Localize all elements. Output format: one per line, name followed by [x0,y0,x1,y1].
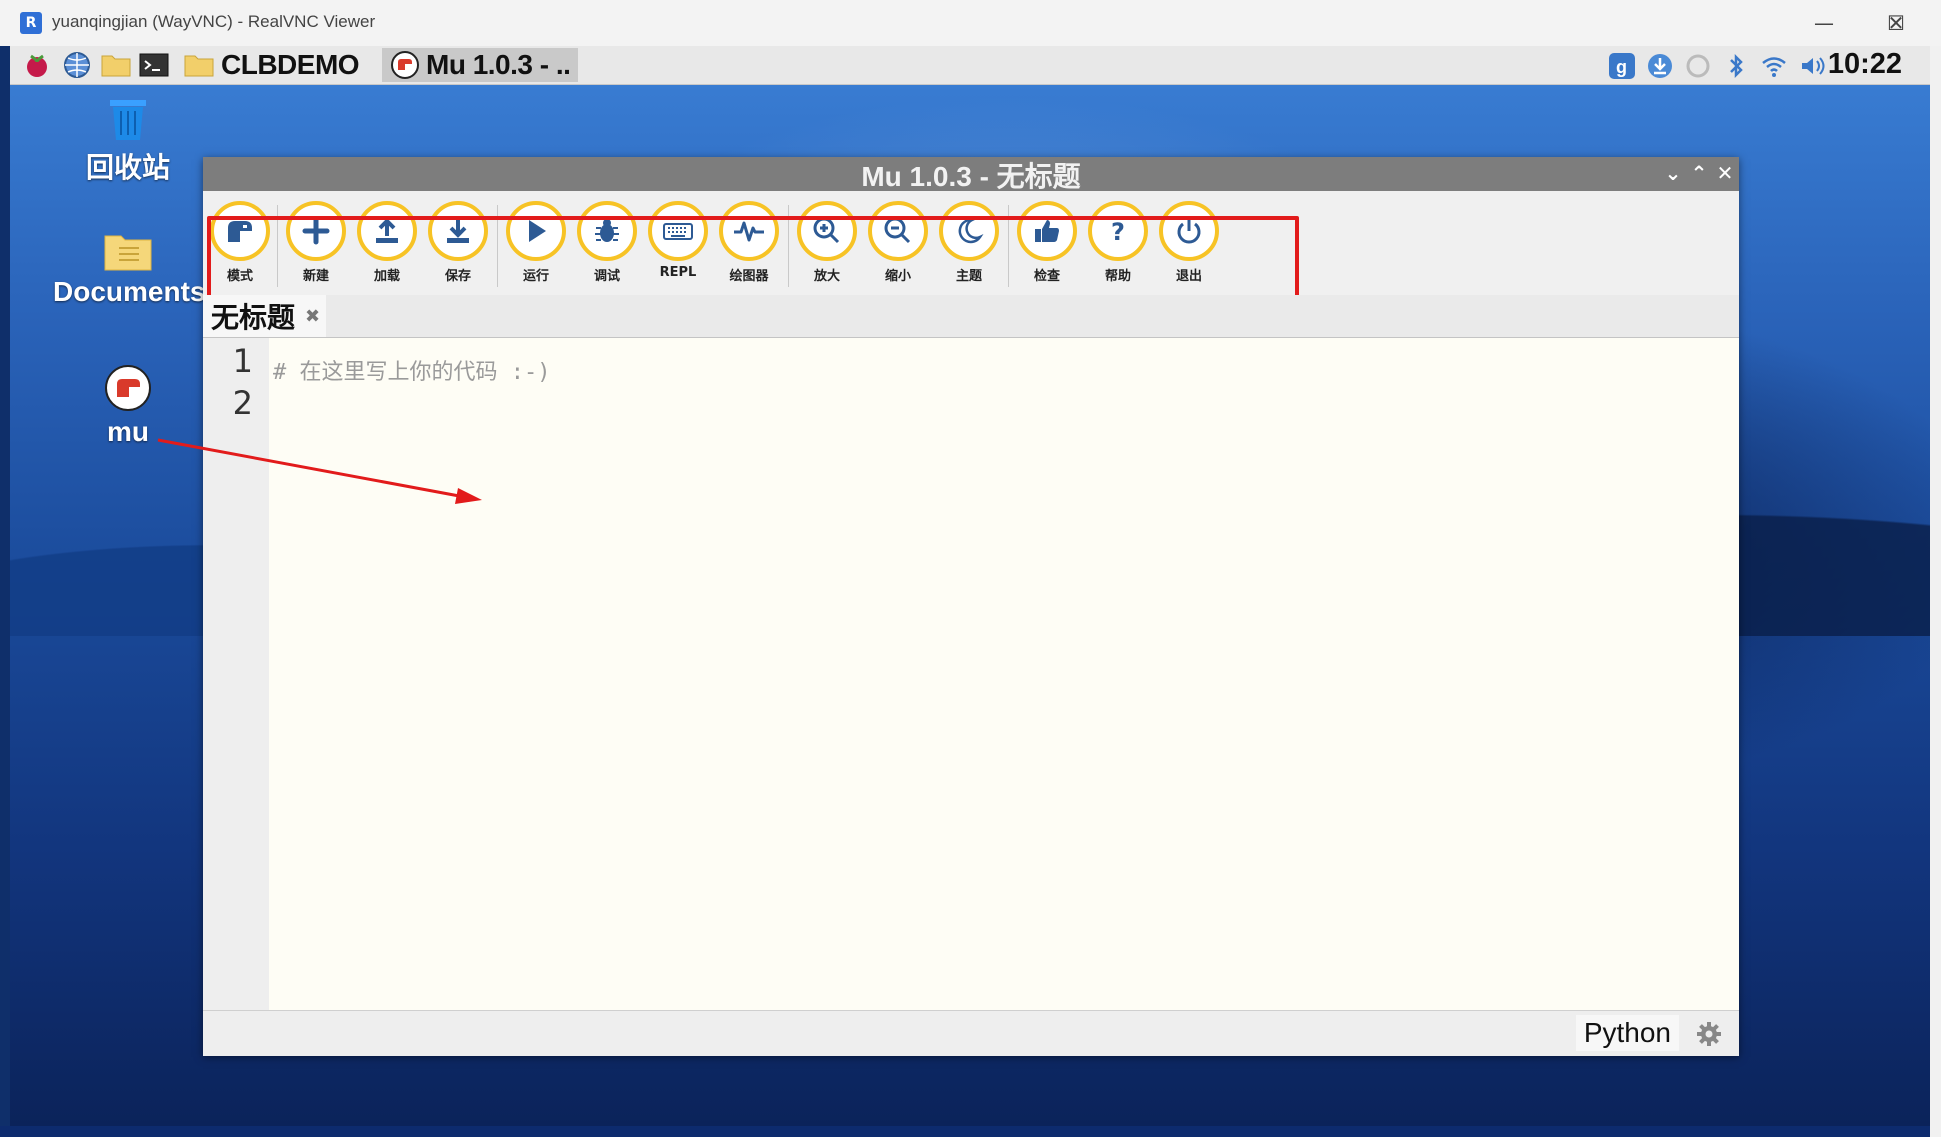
file-manager-launcher[interactable] [100,50,132,80]
host-left-edge [0,46,10,1126]
tab-label: 无标题 [211,302,296,333]
line-number-gutter: 1 2 [203,338,269,1010]
taskbar-folder-label: CLBDEMO [221,49,360,80]
maximize-button[interactable]: ☐ [1798,6,1905,40]
code-comment-line: # 在这里写上你的代码 :-) [273,360,551,385]
desktop-icon-label: mu [107,416,149,447]
gear-icon[interactable] [1695,1020,1723,1048]
folder-icon [104,235,152,271]
svg-text:g: g [1616,57,1627,77]
desktop-icon-trash[interactable]: 回收站 [53,98,203,186]
folder-icon [184,55,214,77]
updater-icon[interactable]: g [1608,52,1636,80]
browser-launcher[interactable] [62,50,92,80]
download-icon[interactable] [1646,52,1674,80]
mu-close-button[interactable]: ✕ [1713,161,1737,185]
mu-minimize-button[interactable]: ⌄ [1661,161,1685,185]
vnc-title-bar: R yuanqingjian (WayVNC) - RealVNC Viewer… [0,0,1941,47]
line-number: 1 [232,342,253,380]
bluetooth-icon[interactable] [1722,52,1750,80]
mu-title-bar[interactable]: Mu 1.0.3 - 无标题 ⌄ ⌃ ✕ [203,157,1739,192]
raspberry-icon [27,54,47,77]
folder-icon [101,55,131,77]
tab-bar: 无标题 ✖ [203,295,1739,338]
clock[interactable]: 10:22 [1828,48,1902,81]
code-editor[interactable]: 1 2 # 在这里写上你的代码 :-) [203,338,1739,1010]
tab-close-icon[interactable]: ✖ [305,306,320,327]
desktop-icon-mu[interactable]: mu [53,364,203,448]
mu-icon [105,365,151,411]
raspberry-menu-button[interactable] [22,50,52,80]
tab-untitled[interactable]: 无标题 ✖ [203,295,327,337]
close-button[interactable]: ✕ [1868,6,1924,40]
mu-window: Mu 1.0.3 - 无标题 ⌄ ⌃ ✕ 模式 新建 加载 保存 运行 调试 R… [203,157,1739,1056]
taskbar-mu-label: Mu 1.0.3 - .. [426,49,571,80]
desktop-icon-label: Documents [53,276,206,307]
globe-icon [64,52,90,78]
mode-indicator[interactable]: Python [1575,1015,1679,1051]
realvnc-icon: R [20,12,42,34]
line-number: 2 [232,384,253,422]
mu-window-title: Mu 1.0.3 - 无标题 [861,161,1081,192]
terminal-launcher[interactable] [138,50,170,80]
trash-icon [110,100,146,140]
taskbar-folder-clbdemo[interactable]: CLBDEMO [183,49,360,80]
taskbar-mu-window[interactable]: Mu 1.0.3 - .. [382,48,579,82]
wifi-icon[interactable] [1760,52,1788,80]
volume-icon[interactable] [1798,52,1826,80]
taskbar: CLBDEMO Mu 1.0.3 - .. g 10:22 [10,46,1930,85]
desktop-icon-label: 回收站 [85,152,170,183]
mu-maximize-button[interactable]: ⌃ [1687,161,1711,185]
mu-icon [391,51,419,79]
mu-toolbar: 模式 新建 加载 保存 运行 调试 REPL 绘图器 放大 缩小 主题 检查 ?… [203,191,1739,324]
host-right-edge [1930,46,1941,1137]
terminal-icon [139,53,169,77]
status-bar: Python [203,1010,1739,1056]
desktop-icon-documents[interactable]: Documents [53,232,206,308]
vnc-window-title: yuanqingjian (WayVNC) - RealVNC Viewer [52,12,376,31]
sync-icon[interactable] [1684,52,1712,80]
